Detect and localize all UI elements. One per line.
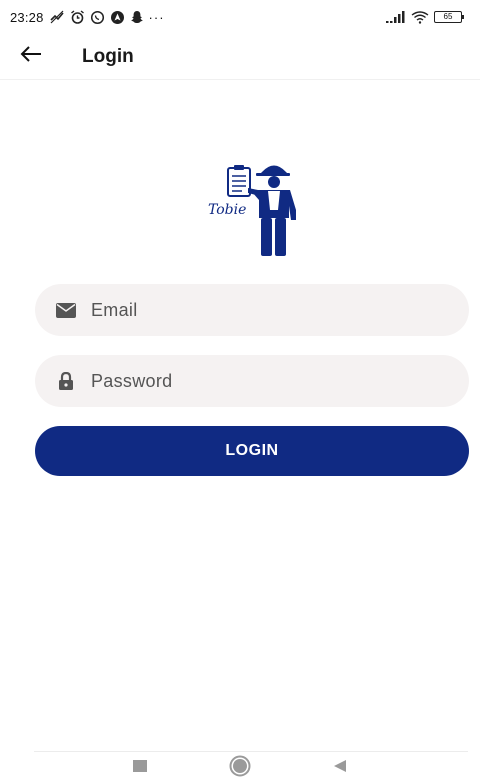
mail-icon bbox=[55, 299, 77, 321]
lock-icon bbox=[55, 370, 77, 392]
signal-icon bbox=[386, 11, 406, 23]
whatsapp-icon bbox=[90, 10, 105, 25]
alarm-icon bbox=[70, 9, 85, 25]
page-title: Login bbox=[82, 45, 134, 67]
status-time: 23:28 bbox=[10, 9, 44, 25]
more-notifications: ··· bbox=[148, 9, 165, 25]
login-screen: 23:28 ··· 65 Login Tobie Email LOGIN bbox=[0, 0, 480, 784]
password-input[interactable] bbox=[91, 370, 451, 392]
email-field[interactable] bbox=[35, 284, 469, 336]
status-bar: 23:28 ··· 65 bbox=[0, 0, 480, 34]
recents-button[interactable] bbox=[128, 756, 152, 780]
status-right: 65 bbox=[386, 10, 464, 24]
login-button[interactable]: LOGIN bbox=[35, 426, 469, 476]
arrow-left-icon bbox=[20, 46, 42, 67]
square-icon bbox=[133, 759, 147, 777]
email-input[interactable] bbox=[91, 299, 451, 321]
back-button[interactable] bbox=[20, 41, 52, 73]
triangle-back-icon bbox=[333, 759, 347, 778]
wifi-icon bbox=[411, 10, 429, 24]
snapchat-icon bbox=[130, 10, 144, 24]
navigation-icon bbox=[110, 10, 125, 25]
logo-text: Tobie bbox=[208, 202, 246, 218]
app-bar: Login bbox=[0, 34, 480, 80]
missed-call-icon bbox=[49, 10, 65, 24]
home-button[interactable] bbox=[228, 755, 252, 782]
circle-icon bbox=[229, 755, 251, 782]
system-nav-bar bbox=[0, 752, 480, 784]
tobie-logo: Tobie bbox=[190, 160, 310, 260]
system-back-button[interactable] bbox=[328, 756, 352, 780]
battery-icon: 65 bbox=[434, 11, 464, 23]
status-left: 23:28 ··· bbox=[10, 10, 165, 25]
password-field[interactable] bbox=[35, 355, 469, 407]
